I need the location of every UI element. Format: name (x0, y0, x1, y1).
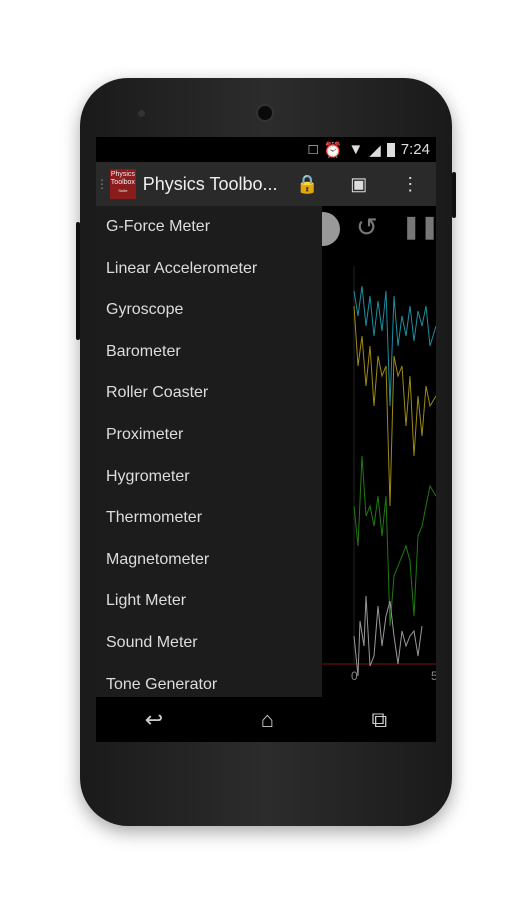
drawer-item-barometer[interactable]: Barometer (96, 331, 322, 373)
earpiece (256, 104, 274, 122)
back-icon[interactable]: ↩ (145, 707, 163, 733)
drawer-item-sound-meter[interactable]: Sound Meter (96, 622, 322, 664)
drawer-item-proximeter[interactable]: Proximeter (96, 414, 322, 456)
action-bar: ⋮ Physics Toolbox Suite Physics Toolbo..… (96, 162, 436, 206)
drawer-item-magnetometer[interactable]: Magnetometer (96, 539, 322, 581)
battery-icon (386, 142, 395, 157)
front-camera (138, 110, 145, 117)
drawer-item-light-meter[interactable]: Light Meter (96, 580, 322, 622)
drawer-item-linear-accelerometer[interactable]: Linear Accelerometer (96, 248, 322, 290)
recents-icon[interactable]: ⧉ (372, 707, 388, 733)
home-icon[interactable]: ⌂ (261, 707, 274, 733)
series-x-line (353, 285, 436, 407)
clock: 7:24 (400, 141, 430, 158)
drawer-item-gyroscope[interactable]: Gyroscope (96, 289, 322, 331)
overflow-menu-icon[interactable]: ⋮ (384, 174, 436, 195)
rotate-icon: □ (308, 141, 318, 158)
alarm-icon: ⏰ (323, 141, 343, 159)
navigation-bar: ↩ ⌂ ⧉ (96, 697, 436, 742)
drawer-item-g-force-meter[interactable]: G-Force Meter (96, 206, 322, 248)
drawer-toggle-icon[interactable]: ⋮ (96, 177, 108, 191)
volume-button (76, 222, 80, 340)
drawer-item-thermometer[interactable]: Thermometer (96, 497, 322, 539)
drawer-item-roller-coaster[interactable]: Roller Coaster (96, 372, 322, 414)
series-y-line (353, 305, 436, 507)
app-logo[interactable]: Physics Toolbox Suite (110, 169, 136, 199)
status-bar: □ ⏰ ▼ ◢ 7:24 (96, 137, 436, 162)
navigation-drawer: G-Force Meter Linear Accelerometer Gyros… (96, 206, 322, 697)
power-button (452, 172, 456, 218)
drawer-item-hygrometer[interactable]: Hygrometer (96, 456, 322, 498)
screen: □ ⏰ ▼ ◢ 7:24 ⋮ Physics Toolbox Suite Phy… (96, 137, 436, 742)
x-tick-5: 5 (431, 669, 436, 683)
lock-rotation-icon[interactable]: 🔒 (281, 174, 333, 195)
app-title: Physics Toolbo... (142, 173, 278, 194)
wifi-icon: ▼ (348, 141, 364, 158)
lock-screen-icon[interactable]: ▣ (333, 174, 385, 195)
signal-icon: ◢ (369, 141, 381, 159)
x-tick-0: 0 (351, 669, 358, 683)
